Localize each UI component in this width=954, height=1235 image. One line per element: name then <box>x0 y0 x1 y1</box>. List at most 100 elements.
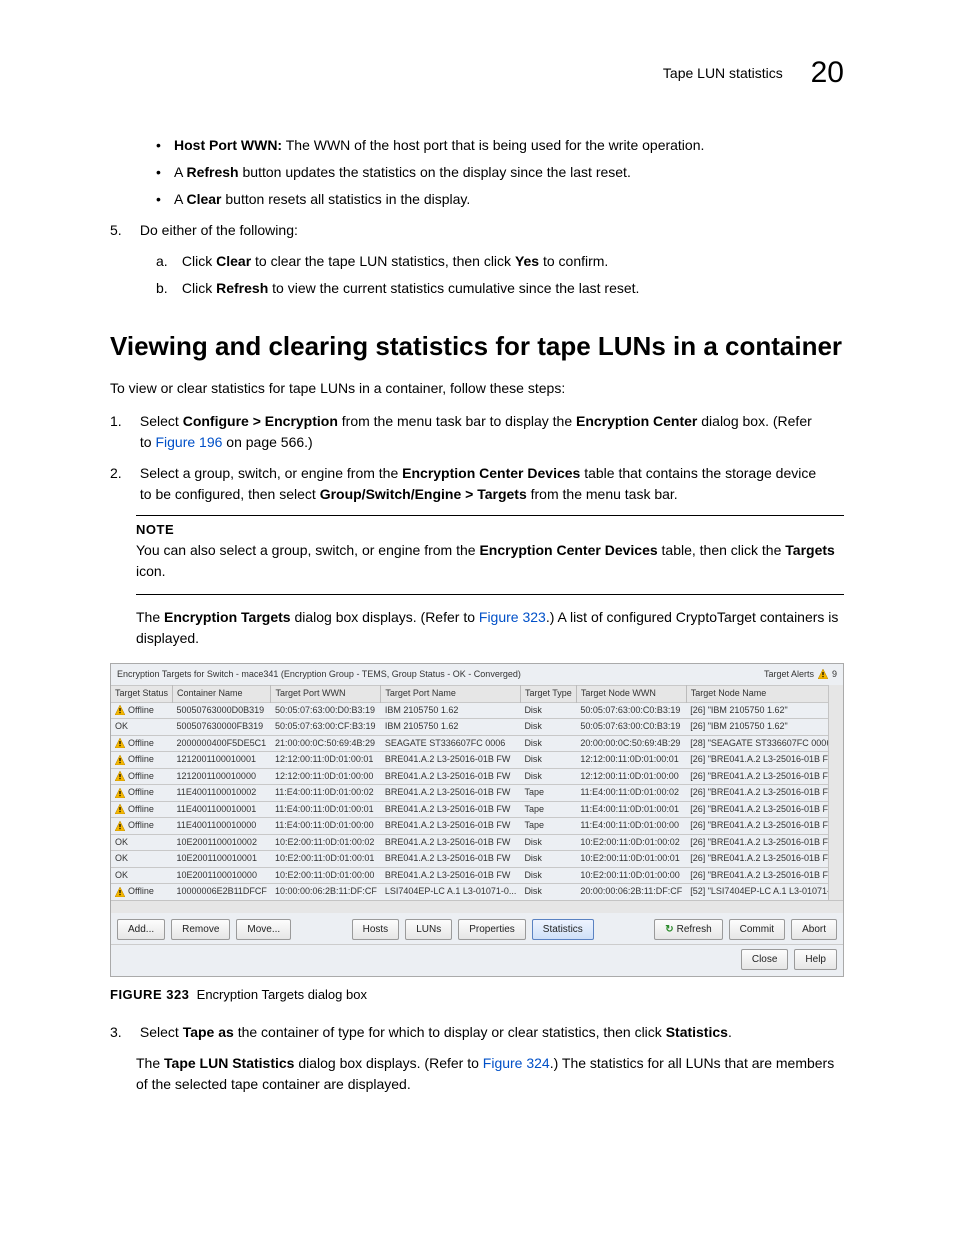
close-button[interactable]: Close <box>741 949 789 970</box>
section-heading: Viewing and clearing statistics for tape… <box>110 327 844 366</box>
target-alerts[interactable]: Target Alerts 9 <box>764 668 837 682</box>
properties-button[interactable]: Properties <box>458 919 526 940</box>
figure-link[interactable]: Figure 324 <box>483 1055 550 1071</box>
step-3: 3. Select Tape as the container of type … <box>110 1022 844 1043</box>
warning-icon <box>115 755 125 765</box>
bullet-bold: Refresh <box>186 164 238 180</box>
substep-a: a. Click Clear to clear the tape LUN sta… <box>156 251 844 272</box>
status-text: Offline <box>128 770 154 784</box>
intro-paragraph: To view or clear statistics for tape LUN… <box>110 378 844 399</box>
paragraph: The Encryption Targets dialog box displa… <box>136 607 844 649</box>
commit-button[interactable]: Commit <box>729 919 785 940</box>
step-2: 2. Select a group, switch, or engine fro… <box>110 463 844 505</box>
bullet-item: A Clear button resets all statistics in … <box>156 189 844 210</box>
warning-icon <box>115 788 125 798</box>
bullet-bold: Clear <box>186 191 221 207</box>
column-header[interactable]: Target Port WWN <box>271 686 381 703</box>
table-row[interactable]: Offline121200110001000012:12:00:11:0D:01… <box>111 768 828 785</box>
note-label: NOTE <box>136 520 844 540</box>
bullet-bold: Host Port WWN: <box>174 137 282 153</box>
column-header[interactable]: Target Port Name <box>381 686 521 703</box>
paragraph: The Tape LUN Statistics dialog box displ… <box>136 1053 844 1095</box>
help-button[interactable]: Help <box>794 949 837 970</box>
alerts-count: 9 <box>832 668 837 682</box>
step-5: 5. Do either of the following: <box>110 220 844 241</box>
status-text: Offline <box>128 704 154 718</box>
column-header[interactable]: Target Node WWN <box>576 686 686 703</box>
step-number: 3. <box>110 1022 136 1043</box>
warning-icon <box>818 669 828 679</box>
step-text: Do either of the following: <box>140 220 780 241</box>
warning-icon <box>115 887 125 897</box>
substep-number: a. <box>156 251 178 272</box>
table-row[interactable]: Offline2000000400F5DE5C121:00:00:0C:50:6… <box>111 735 828 752</box>
vertical-scrollbar[interactable] <box>828 685 843 900</box>
status-text: OK <box>115 720 128 734</box>
add--button[interactable]: Add... <box>117 919 165 940</box>
status-text: OK <box>115 852 128 866</box>
bullet-item: A Refresh button updates the statistics … <box>156 162 844 183</box>
figure-link[interactable]: Figure 196 <box>155 434 222 450</box>
horizontal-scrollbar[interactable] <box>111 900 843 913</box>
status-text: OK <box>115 869 128 883</box>
hosts-button[interactable]: Hosts <box>352 919 400 940</box>
encryption-targets-dialog: Encryption Targets for Switch - mace341 … <box>110 663 844 977</box>
note-text: You can also select a group, switch, or … <box>136 540 844 582</box>
table-row[interactable]: OK10E200110001000110:E2:00:11:0D:01:00:0… <box>111 851 828 868</box>
column-header[interactable]: Container Name <box>173 686 271 703</box>
status-text: Offline <box>128 737 154 751</box>
column-header[interactable]: Target Status <box>111 686 173 703</box>
step-1: 1. Select Configure > Encryption from th… <box>110 411 844 453</box>
figure-caption: FIGURE 323 Encryption Targets dialog box <box>110 985 844 1005</box>
figure-number: FIGURE 323 <box>110 987 189 1002</box>
table-row[interactable]: Offline11E400110001000211:E4:00:11:0D:01… <box>111 785 828 802</box>
table-row[interactable]: OK10E200110001000010:E2:00:11:0D:01:00:0… <box>111 867 828 884</box>
table-row[interactable]: Offline10000006E2B11DFCF10:00:00:06:2B:1… <box>111 884 828 900</box>
status-text: OK <box>115 836 128 850</box>
dialog-buttons: CloseHelp <box>111 944 843 976</box>
targets-table[interactable]: Target StatusContainer NameTarget Port W… <box>111 685 828 900</box>
remove-button[interactable]: Remove <box>171 919 230 940</box>
abort-button[interactable]: Abort <box>791 919 837 940</box>
table-row[interactable]: Offline121200110001000112:12:00:11:0D:01… <box>111 752 828 769</box>
bullet-item: Host Port WWN: The WWN of the host port … <box>156 135 844 156</box>
dialog-title: Encryption Targets for Switch - mace341 … <box>117 668 521 682</box>
refresh-button[interactable]: ↻Refresh <box>654 919 722 940</box>
step-number: 5. <box>110 220 136 241</box>
table-row[interactable]: OK500507630000FB31950:05:07:63:00:CF:B3:… <box>111 719 828 736</box>
step-number: 2. <box>110 463 136 484</box>
statistics-button[interactable]: Statistics <box>532 919 594 940</box>
note-divider <box>136 594 844 595</box>
substep-b: b. Click Refresh to view the current sta… <box>156 278 844 299</box>
step-number: 1. <box>110 411 136 432</box>
table-row[interactable]: OK10E200110001000210:E2:00:11:0D:01:00:0… <box>111 834 828 851</box>
status-text: Offline <box>128 753 154 767</box>
table-row[interactable]: Offline11E400110001000111:E4:00:11:0D:01… <box>111 801 828 818</box>
chapter-number: 20 <box>811 56 844 89</box>
table-row[interactable]: Offline11E400110001000011:E4:00:11:0D:01… <box>111 818 828 835</box>
status-text: Offline <box>128 819 154 833</box>
status-text: Offline <box>128 885 154 899</box>
button-bar: Add... Remove Move... HostsLUNs Properties S… <box>111 913 843 944</box>
section-title: Tape LUN statistics <box>663 65 783 81</box>
move--button[interactable]: Move... <box>236 919 291 940</box>
refresh-icon: ↻ <box>665 924 673 935</box>
substep-number: b. <box>156 278 178 299</box>
figure-title: Encryption Targets dialog box <box>197 987 367 1002</box>
luns-button[interactable]: LUNs <box>405 919 452 940</box>
column-header[interactable]: Target Type <box>520 686 576 703</box>
status-text: Offline <box>128 786 154 800</box>
figure-link[interactable]: Figure 323 <box>479 609 546 625</box>
bullet-list: Host Port WWN: The WWN of the host port … <box>110 135 844 210</box>
warning-icon <box>115 771 125 781</box>
note-divider <box>136 515 844 516</box>
status-text: Offline <box>128 803 154 817</box>
table-row[interactable]: Offline50050763000D0B31950:05:07:63:00:D… <box>111 702 828 719</box>
warning-icon <box>115 804 125 814</box>
alerts-label: Target Alerts <box>764 668 814 682</box>
warning-icon <box>115 738 125 748</box>
warning-icon <box>115 705 125 715</box>
warning-icon <box>115 821 125 831</box>
column-header[interactable]: Target Node Name <box>686 686 828 703</box>
running-header: Tape LUN statistics 20 <box>110 50 844 95</box>
